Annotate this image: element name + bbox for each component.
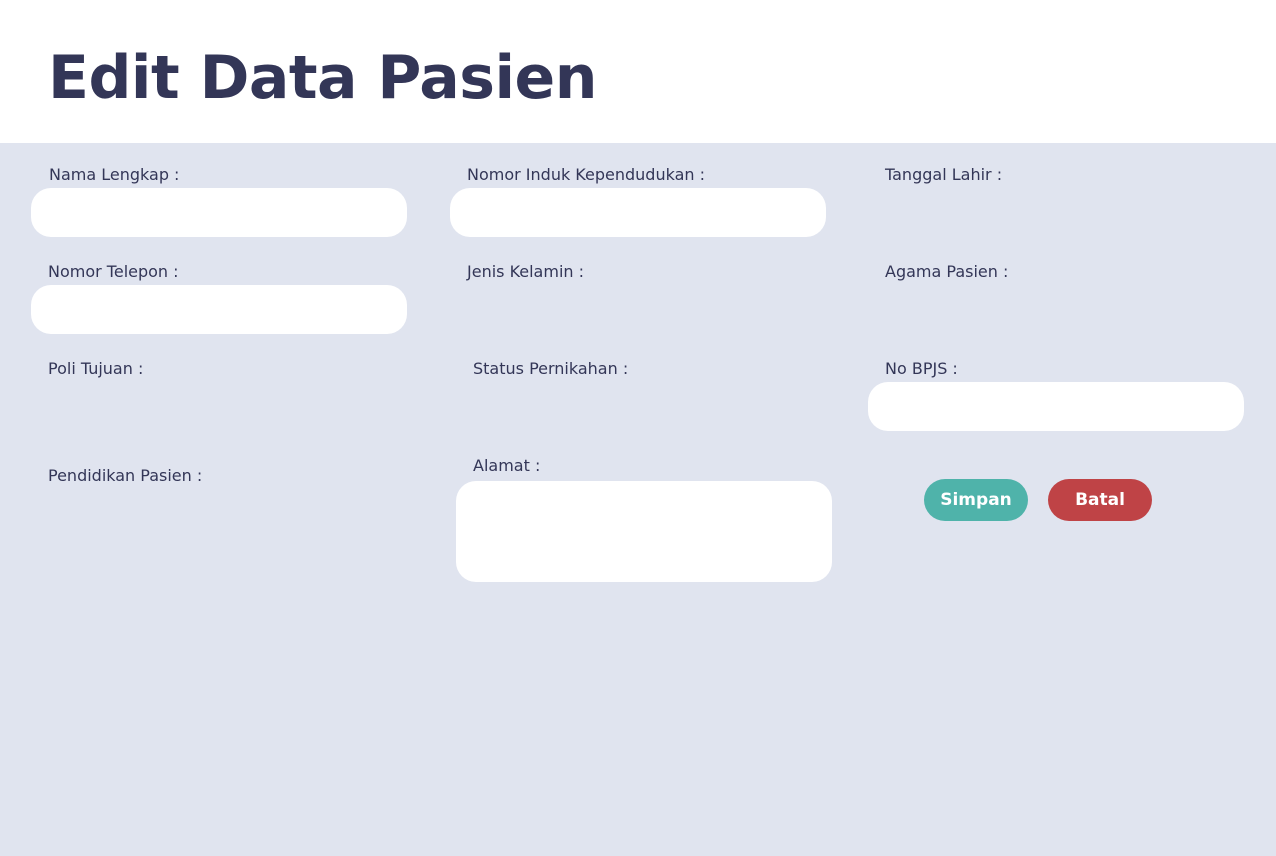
- page-header: Edit Data Pasien: [0, 0, 1276, 143]
- poli-tujuan-label: Poli Tujuan :: [48, 359, 144, 378]
- agama-pasien-label: Agama Pasien :: [885, 262, 1009, 281]
- alamat-textarea[interactable]: [456, 481, 832, 582]
- nama-lengkap-input[interactable]: [31, 188, 407, 237]
- cancel-button[interactable]: Batal: [1048, 479, 1152, 521]
- page-title: Edit Data Pasien: [48, 43, 597, 113]
- tanggal-lahir-label: Tanggal Lahir :: [885, 165, 1003, 184]
- no-bpjs-input[interactable]: [868, 382, 1244, 431]
- status-pernikahan-label: Status Pernikahan :: [473, 359, 629, 378]
- no-bpjs-label: No BPJS :: [885, 359, 958, 378]
- nomor-telepon-input[interactable]: [31, 285, 407, 334]
- nama-lengkap-label: Nama Lengkap :: [49, 165, 180, 184]
- alamat-label: Alamat :: [473, 456, 541, 475]
- nik-label: Nomor Induk Kependudukan :: [467, 165, 705, 184]
- jenis-kelamin-label: Jenis Kelamin :: [467, 262, 585, 281]
- nik-input[interactable]: [450, 188, 826, 237]
- nomor-telepon-label: Nomor Telepon :: [48, 262, 179, 281]
- pendidikan-pasien-label: Pendidikan Pasien :: [48, 466, 203, 485]
- patient-edit-form: Nama Lengkap : Nomor Induk Kependudukan …: [0, 143, 1276, 856]
- save-button[interactable]: Simpan: [924, 479, 1028, 521]
